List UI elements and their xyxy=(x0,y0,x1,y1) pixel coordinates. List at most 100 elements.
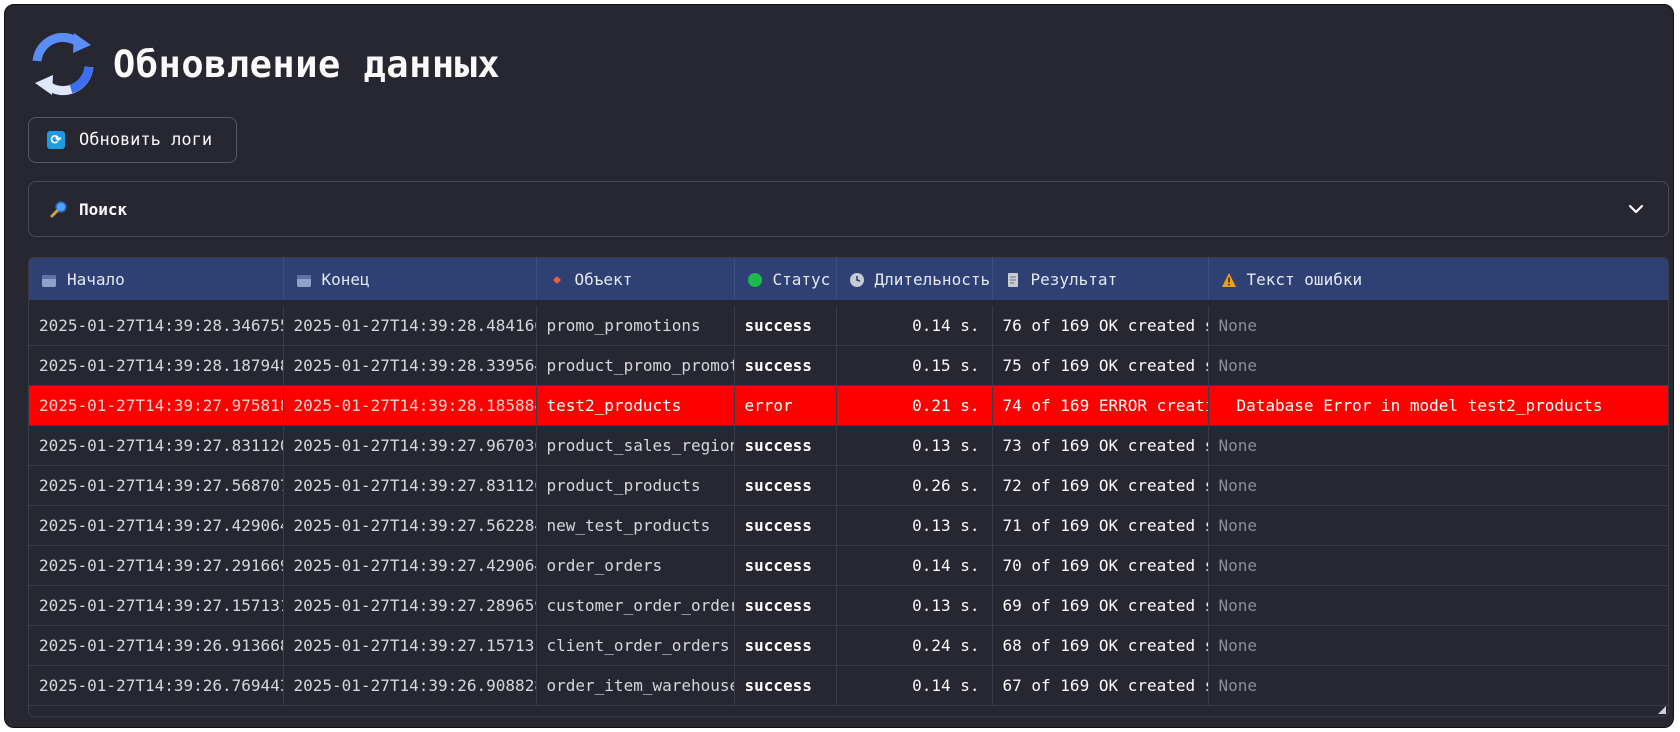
cell-error[interactable]: Database Error in model test2_products xyxy=(1208,385,1668,426)
cell-end[interactable]: 2025-01-27T14:39:27.429064 xyxy=(283,545,537,586)
table-row[interactable]: 2025-01-27T14:39:28.346755 2025-01-27T14:… xyxy=(29,300,1668,346)
cell-status[interactable]: success xyxy=(734,300,837,346)
cell-object[interactable]: product_sales_region_ xyxy=(536,425,735,466)
cell-duration[interactable]: 0.13 s. xyxy=(836,425,993,466)
table-row[interactable]: 2025-01-27T14:39:27.429064 2025-01-27T14:… xyxy=(29,505,1668,546)
document-icon xyxy=(1007,272,1018,287)
cell-object[interactable]: customer_order_orders xyxy=(536,585,735,626)
refresh-logs-label: Обновить логи xyxy=(79,130,213,150)
cell-status[interactable]: success xyxy=(734,505,837,546)
cell-duration[interactable]: 0.21 s. xyxy=(836,385,993,426)
cell-result[interactable]: 76 of 169 OK created sql xyxy=(992,300,1209,346)
cell-error[interactable]: None xyxy=(1208,665,1668,706)
diamond-icon xyxy=(552,275,561,284)
search-expander[interactable]: Поиск xyxy=(28,181,1669,237)
logs-table[interactable]: Начало Конец Объект Статус Длительность xyxy=(28,257,1669,717)
cell-start[interactable]: 2025-01-27T14:39:27.568707 xyxy=(29,465,284,506)
cell-error[interactable]: None xyxy=(1208,545,1668,586)
cell-error[interactable]: None xyxy=(1208,625,1668,666)
cell-object[interactable]: client_order_orders xyxy=(536,625,735,666)
table-row[interactable]: 2025-01-27T14:39:28.187948 2025-01-27T14:… xyxy=(29,345,1668,386)
cell-error[interactable]: None xyxy=(1208,300,1668,346)
cell-result[interactable]: 71 of 169 OK created sql xyxy=(992,505,1209,546)
cell-start[interactable]: 2025-01-27T14:39:28.187948 xyxy=(29,345,284,386)
chevron-down-icon[interactable] xyxy=(1624,197,1648,221)
cell-error[interactable]: None xyxy=(1208,345,1668,386)
table-row[interactable]: 2025-01-27T14:39:27.157131 2025-01-27T14:… xyxy=(29,585,1668,626)
refresh-logs-button[interactable]: ⟳ Обновить логи xyxy=(28,117,237,163)
column-header-end[interactable]: Конец xyxy=(283,258,537,303)
page-title: Обновление данных xyxy=(113,42,501,86)
cell-duration[interactable]: 0.24 s. xyxy=(836,625,993,666)
cell-status[interactable]: error xyxy=(734,385,837,426)
column-header-status[interactable]: Статус xyxy=(734,258,837,303)
cell-status[interactable]: success xyxy=(734,545,837,586)
cell-error[interactable]: None xyxy=(1208,505,1668,546)
cell-duration[interactable]: 0.14 s. xyxy=(836,665,993,706)
search-label: Поиск xyxy=(79,199,128,219)
cell-start[interactable]: 2025-01-27T14:39:28.346755 xyxy=(29,300,284,346)
cell-start[interactable]: 2025-01-27T14:39:27.831120 xyxy=(29,425,284,466)
cell-object[interactable]: promo_promotions xyxy=(536,300,735,346)
column-header-duration[interactable]: Длительность xyxy=(836,258,993,303)
cell-end[interactable]: 2025-01-27T14:39:28.339564 xyxy=(283,345,537,386)
column-header-object[interactable]: Объект xyxy=(536,258,735,303)
cell-result[interactable]: 75 of 169 OK created sql xyxy=(992,345,1209,386)
cell-result[interactable]: 73 of 169 OK created sql xyxy=(992,425,1209,466)
cell-start[interactable]: 2025-01-27T14:39:27.291669 xyxy=(29,545,284,586)
cell-result[interactable]: 67 of 169 OK created sql xyxy=(992,665,1209,706)
cell-object[interactable]: new_test_products xyxy=(536,505,735,546)
cell-status[interactable]: success xyxy=(734,665,837,706)
cell-status[interactable]: success xyxy=(734,345,837,386)
column-header-result[interactable]: Результат xyxy=(992,258,1209,303)
cell-start[interactable]: 2025-01-27T14:39:27.429064 xyxy=(29,505,284,546)
cell-object[interactable]: product_promo_promotions xyxy=(536,345,735,386)
cell-result[interactable]: 68 of 169 OK created sql xyxy=(992,625,1209,666)
cell-object[interactable]: product_products xyxy=(536,465,735,506)
cell-duration[interactable]: 0.13 s. xyxy=(836,585,993,626)
cell-object[interactable]: test2_products xyxy=(536,385,735,426)
table-row[interactable]: 2025-01-27T14:39:27.975818 2025-01-27T14:… xyxy=(29,385,1668,426)
cell-result[interactable]: 70 of 169 OK created sql xyxy=(992,545,1209,586)
table-row[interactable]: 2025-01-27T14:39:27.291669 2025-01-27T14:… xyxy=(29,545,1668,586)
table-header-row: Начало Конец Объект Статус Длительность xyxy=(29,258,1668,303)
cell-duration[interactable]: 0.14 s. xyxy=(836,545,993,586)
cell-end[interactable]: 2025-01-27T14:39:27.831120 xyxy=(283,465,537,506)
cell-duration[interactable]: 0.14 s. xyxy=(836,300,993,346)
cell-status[interactable]: success xyxy=(734,425,837,466)
cell-end[interactable]: 2025-01-27T14:39:28.185884 xyxy=(283,385,537,426)
cell-start[interactable]: 2025-01-27T14:39:26.913668 xyxy=(29,625,284,666)
cell-duration[interactable]: 0.15 s. xyxy=(836,345,993,386)
table-row[interactable]: 2025-01-27T14:39:26.913668 2025-01-27T14:… xyxy=(29,625,1668,666)
table-row[interactable]: 2025-01-27T14:39:27.568707 2025-01-27T14:… xyxy=(29,465,1668,506)
cell-error[interactable]: None xyxy=(1208,425,1668,466)
cell-result[interactable]: 72 of 169 OK created sql xyxy=(992,465,1209,506)
column-header-start[interactable]: Начало xyxy=(29,258,284,303)
warning-icon xyxy=(1221,272,1236,287)
cell-duration[interactable]: 0.13 s. xyxy=(836,505,993,546)
cell-object[interactable]: order_orders xyxy=(536,545,735,586)
cell-error[interactable]: None xyxy=(1208,585,1668,626)
cell-end[interactable]: 2025-01-27T14:39:27.562284 xyxy=(283,505,537,546)
cell-end[interactable]: 2025-01-27T14:39:27.157131 xyxy=(283,625,537,666)
cell-error[interactable]: None xyxy=(1208,465,1668,506)
resize-handle[interactable] xyxy=(1658,706,1666,714)
clock-icon xyxy=(849,272,864,287)
cell-duration[interactable]: 0.26 s. xyxy=(836,465,993,506)
cell-status[interactable]: success xyxy=(734,585,837,626)
table-row[interactable]: 2025-01-27T14:39:27.831120 2025-01-27T14:… xyxy=(29,425,1668,466)
cell-status[interactable]: success xyxy=(734,625,837,666)
cell-result[interactable]: 74 of 169 ERROR creating xyxy=(992,385,1209,426)
cell-start[interactable]: 2025-01-27T14:39:27.157131 xyxy=(29,585,284,626)
column-header-error-text[interactable]: Текст ошибки xyxy=(1208,258,1668,303)
cell-end[interactable]: 2025-01-27T14:39:27.967030 xyxy=(283,425,537,466)
cell-end[interactable]: 2025-01-27T14:39:27.289659 xyxy=(283,585,537,626)
cell-result[interactable]: 69 of 169 OK created sql xyxy=(992,585,1209,626)
cell-end[interactable]: 2025-01-27T14:39:28.484166 xyxy=(283,300,537,346)
cell-status[interactable]: success xyxy=(734,465,837,506)
cell-end[interactable]: 2025-01-27T14:39:26.908828 xyxy=(283,665,537,706)
cell-start[interactable]: 2025-01-27T14:39:26.769443 xyxy=(29,665,284,706)
cell-start[interactable]: 2025-01-27T14:39:27.975818 xyxy=(29,385,284,426)
table-row[interactable]: 2025-01-27T14:39:26.769443 2025-01-27T14:… xyxy=(29,665,1668,706)
cell-object[interactable]: order_item_warehouse_ xyxy=(536,665,735,706)
